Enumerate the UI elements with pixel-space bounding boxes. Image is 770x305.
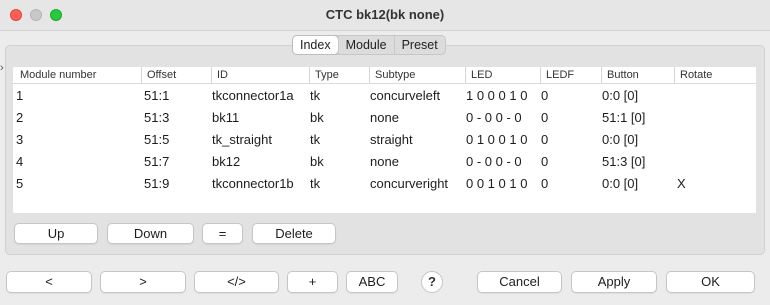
table-row[interactable]: 1 51:1 tkconnector1a tk concurveleft 1 0… (13, 85, 756, 107)
cell-type: tk (310, 176, 321, 191)
next-button[interactable]: > (100, 271, 186, 293)
tab-module[interactable]: Module (337, 36, 394, 54)
column-header-ledf[interactable]: LEDF (540, 67, 601, 83)
previous-button[interactable]: < (6, 271, 92, 293)
ok-button[interactable]: OK (666, 271, 755, 293)
cell-offset: 51:7 (144, 154, 170, 169)
window-title: CTC bk12(bk none) (325, 7, 445, 22)
cell-subtype: concurveright (370, 176, 449, 191)
apply-button[interactable]: Apply (571, 271, 657, 293)
cell-ledf: 0 (541, 110, 549, 125)
table-header: Module number Offset ID Type Subtype LED… (13, 67, 756, 84)
edge-chevron-icon: › (0, 62, 4, 74)
delete-button[interactable]: Delete (252, 223, 336, 244)
cell-subtype: concurveleft (370, 88, 441, 103)
column-header-offset[interactable]: Offset (141, 67, 211, 83)
cell-module-number: 3 (16, 132, 24, 147)
cell-id: bk11 (212, 110, 240, 125)
cell-module-number: 4 (16, 154, 24, 169)
column-header-module-number[interactable]: Module number (13, 67, 141, 83)
equals-button[interactable]: = (202, 223, 243, 244)
tab-index[interactable]: Index (293, 36, 338, 54)
cell-led: 0 0 1 0 1 0 (466, 176, 528, 191)
cell-id: tk_straight (212, 132, 272, 147)
cell-subtype: straight (370, 132, 413, 147)
column-header-button[interactable]: Button (601, 67, 674, 83)
tab-bar: Index Module Preset (292, 35, 446, 55)
table-row[interactable]: 2 51:3 bk11 bk none 0 - 0 0 - 0 0 51:1 [… (13, 107, 756, 129)
help-button[interactable]: ? (421, 271, 443, 293)
cell-led: 1 0 0 0 1 0 (466, 88, 528, 103)
cell-button: 0:0 [0] (602, 176, 639, 191)
abc-button[interactable]: ABC (346, 271, 398, 293)
module-table[interactable]: Module number Offset ID Type Subtype LED… (13, 67, 756, 213)
column-header-subtype[interactable]: Subtype (369, 67, 465, 83)
cell-type: tk (310, 132, 321, 147)
cell-module-number: 2 (16, 110, 24, 125)
tab-preset[interactable]: Preset (393, 36, 445, 54)
cell-rotate (674, 107, 746, 129)
cell-offset: 51:1 (144, 88, 170, 103)
cell-button: 51:3 [0] (602, 154, 646, 169)
cancel-button[interactable]: Cancel (477, 271, 562, 293)
cell-ledf: 0 (541, 88, 549, 103)
cell-led: 0 - 0 0 - 0 (466, 154, 522, 169)
column-header-rotate[interactable]: Rotate (674, 67, 746, 83)
table-row[interactable]: 3 51:5 tk_straight tk straight 0 1 0 0 1… (13, 129, 756, 151)
column-header-type[interactable]: Type (309, 67, 369, 83)
table-row[interactable]: 4 51:7 bk12 bk none 0 - 0 0 - 0 0 51:3 [… (13, 151, 756, 173)
title-bar: CTC bk12(bk none) (0, 0, 770, 31)
cell-offset: 51:3 (144, 110, 170, 125)
cell-subtype: none (370, 154, 399, 169)
up-button[interactable]: Up (14, 223, 98, 244)
cell-type: bk (310, 110, 324, 125)
cell-id: bk12 (212, 154, 241, 169)
cell-module-number: 5 (16, 176, 24, 191)
cell-ledf: 0 (541, 154, 549, 169)
cell-rotate: X (677, 176, 686, 191)
cell-rotate (674, 85, 746, 107)
cell-button: 51:1 [0] (602, 110, 646, 125)
cell-subtype: none (370, 110, 399, 125)
cell-offset: 51:5 (144, 132, 170, 147)
cell-id: tkconnector1a (212, 88, 294, 103)
column-header-led[interactable]: LED (465, 67, 540, 83)
cell-id: tkconnector1b (212, 176, 294, 191)
code-button[interactable]: </> (194, 271, 279, 293)
cell-module-number: 1 (16, 88, 24, 103)
cell-type: tk (310, 88, 321, 103)
add-button[interactable]: + (287, 271, 338, 293)
cell-rotate (674, 151, 746, 173)
cell-ledf: 0 (541, 176, 549, 191)
cell-button: 0:0 [0] (602, 88, 639, 103)
cell-rotate (674, 129, 746, 151)
table-row[interactable]: 5 51:9 tkconnector1b tk concurveright 0 … (13, 173, 756, 195)
down-button[interactable]: Down (107, 223, 194, 244)
cell-button: 0:0 [0] (602, 132, 639, 147)
cell-offset: 51:9 (144, 176, 170, 191)
cell-led: 0 - 0 0 - 0 (466, 110, 522, 125)
cell-type: bk (310, 154, 324, 169)
cell-led: 0 1 0 0 1 0 (466, 132, 528, 147)
cell-ledf: 0 (541, 132, 549, 147)
column-header-id[interactable]: ID (211, 67, 309, 83)
